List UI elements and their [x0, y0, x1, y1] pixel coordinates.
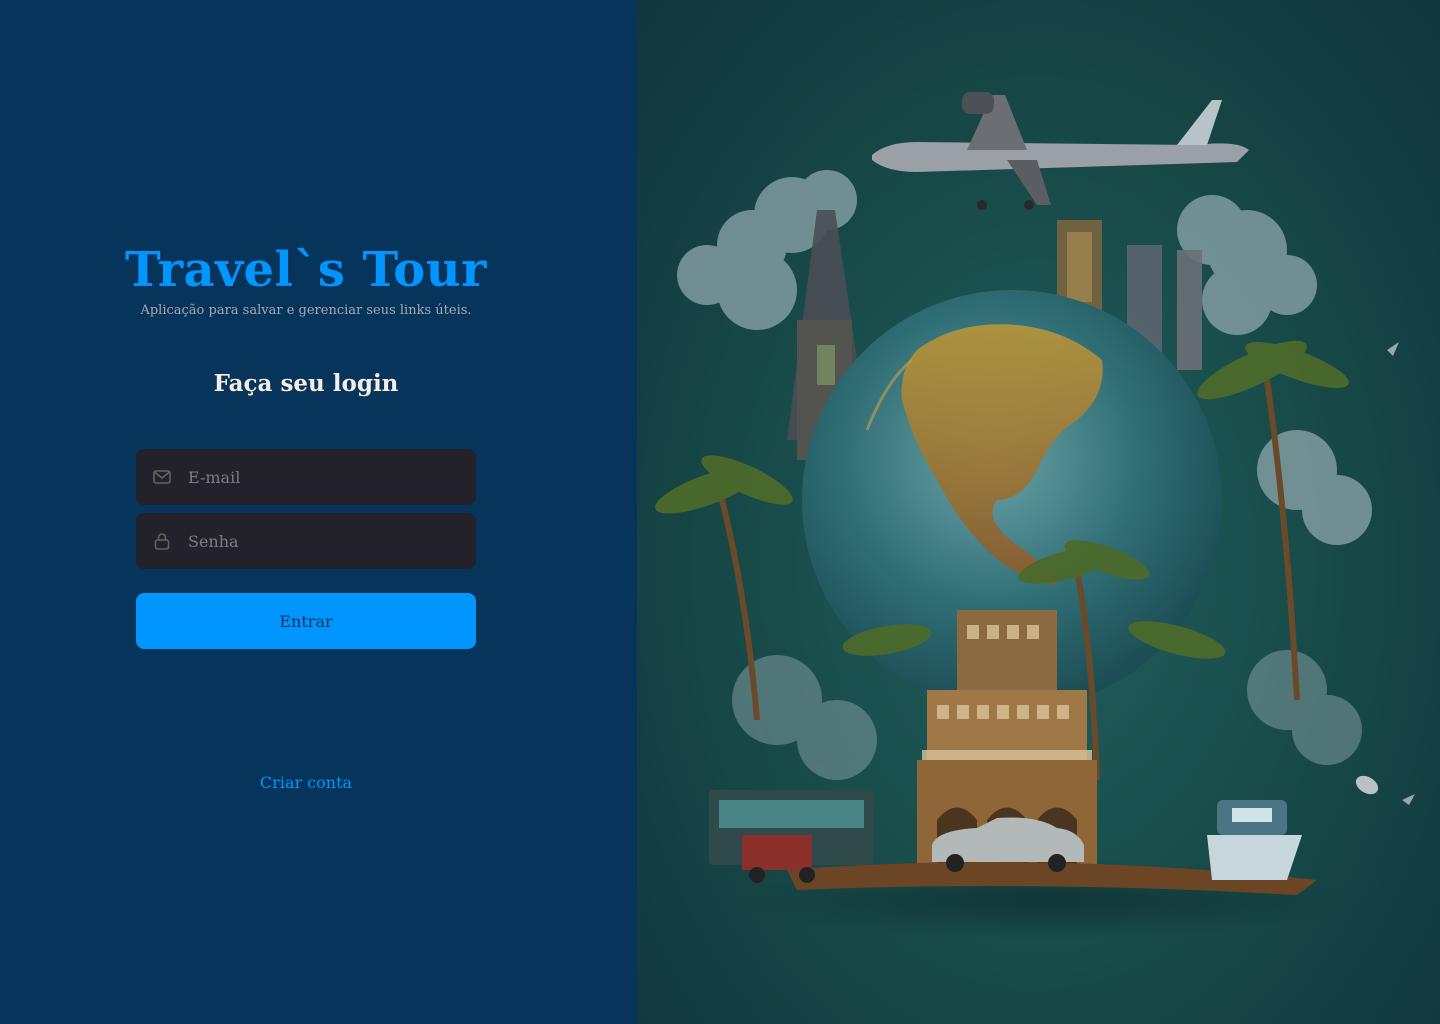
hero-illustration-panel: [637, 0, 1440, 1024]
lock-icon: [152, 531, 172, 551]
password-field[interactable]: [136, 513, 476, 569]
boat: [1207, 800, 1302, 880]
login-submit-button[interactable]: Entrar: [136, 593, 476, 649]
brand-subtitle: Aplicação para salvar e gerenciar seus l…: [140, 303, 472, 318]
login-panel: Travel`s Tour Aplicação para salvar e ge…: [0, 0, 637, 1024]
mail-icon: [152, 467, 172, 487]
birds: [1355, 342, 1415, 805]
brand-title: Travel`s Tour: [125, 242, 487, 298]
password-input[interactable]: [188, 513, 476, 569]
create-account-link[interactable]: Criar conta: [0, 773, 612, 792]
login-heading: Faça seu login: [213, 370, 399, 397]
airplane: [872, 92, 1249, 210]
travel-illustration: [655, 92, 1415, 940]
email-input[interactable]: [188, 449, 476, 505]
email-field[interactable]: [136, 449, 476, 505]
